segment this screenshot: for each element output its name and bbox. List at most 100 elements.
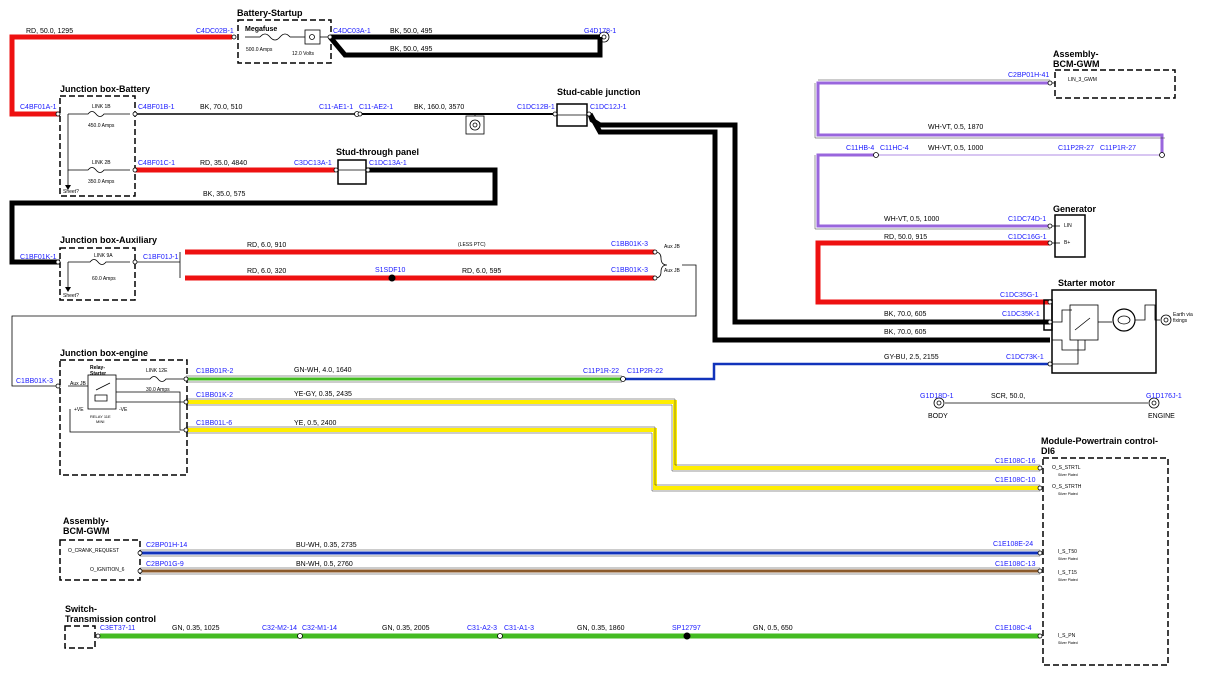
conn-c3dc13a[interactable]: C3DC13A-1 — [294, 160, 332, 167]
conn-c11p1r22[interactable]: C11P1R-22 — [583, 368, 619, 375]
label-megafuse: Megafuse — [245, 26, 277, 33]
conn-c2bp01h14[interactable]: C2BP01H-14 — [146, 542, 187, 549]
label-sheet1: Sheet? — [63, 189, 79, 195]
wire-label-w7: BK, 35.0, 575 — [203, 191, 246, 198]
conn-c4bf01c[interactable]: C4BF01C-1 — [138, 160, 175, 167]
junction-box-engine[interactable] — [59, 359, 188, 476]
conn-c1bb01r[interactable]: C1BB01R-2 — [196, 368, 233, 375]
label-link2b: LINK 2B — [92, 160, 111, 166]
conn-c11hc4[interactable]: C11HC-4 — [880, 145, 909, 152]
wire-label-w16: BK, 70.0, 605 — [884, 329, 927, 336]
starter-motor-box[interactable] — [1051, 289, 1157, 374]
wire-label-w22: BU-WH, 0.35, 2735 — [296, 542, 357, 549]
conn-c11ae2[interactable]: C11-AE2-1 — [359, 104, 393, 111]
conn-sp12797[interactable]: SP12797 — [672, 625, 701, 632]
label-silver-2: Silver Plated — [1058, 492, 1078, 496]
conn-c1e108c10[interactable]: C1E108C-10 — [995, 477, 1036, 484]
conn-c1e108e24[interactable]: C1E108E-24 — [993, 541, 1033, 548]
conn-c32m114[interactable]: C32-M1-14 — [302, 625, 337, 632]
label-link1b-rating: 450.0 Amps — [88, 123, 115, 129]
conn-c11p2r22[interactable]: C11P2R-22 — [627, 368, 663, 375]
label-relay-sub-2: MINI — [96, 419, 104, 424]
wire-label-w25: GN, 0.35, 2005 — [382, 625, 430, 632]
conn-g1d176j[interactable]: G1D176J-1 — [1146, 393, 1182, 400]
conn-c32m214[interactable]: C32-M2-14 — [262, 625, 297, 632]
conn-c1e108c4[interactable]: C1E108C-4 — [995, 625, 1032, 632]
label-link9a-rating: 60.0 Amps — [92, 276, 116, 282]
label-nve: -VE — [119, 407, 128, 413]
conn-c1dc16g[interactable]: C1DC16G-1 — [1008, 234, 1047, 241]
conn-c11p1r27[interactable]: C11P1R-27 — [1100, 145, 1136, 152]
label-aux-jb-left: Aux JB — [70, 381, 87, 387]
conn-c1dc13a[interactable]: C1DC13A-1 — [369, 160, 407, 167]
splice-points — [388, 274, 691, 640]
title-battery-startup: Battery-Startup — [237, 8, 303, 18]
generator-box[interactable] — [1054, 214, 1086, 258]
conn-c1e108c13[interactable]: C1E108C-13 — [995, 561, 1036, 568]
wire-label-w26: GN, 0.35, 1860 — [577, 625, 625, 632]
conn-c11ae1[interactable]: C11-AE1-1 — [319, 104, 353, 111]
wire-bk-50-495-b[interactable] — [328, 35, 603, 58]
label-link12e-rating: 30.0 Amps — [146, 387, 170, 393]
conn-c4dc02b[interactable]: C4DC02B-1 — [196, 28, 234, 35]
conn-c1bb01k-2[interactable]: C1BB01K-2 — [196, 392, 233, 399]
conn-c1bb01k-b[interactable]: C1BB01K-3 — [611, 267, 648, 274]
conn-c1dc35k[interactable]: C1DC35K-1 — [1002, 311, 1040, 318]
label-i-s-pn: I_S_PN — [1058, 633, 1076, 639]
wire-label-w9: RD, 6.0, 320 — [247, 268, 286, 275]
label-aux-jb-r2: Aux JB — [664, 268, 681, 274]
label-gen-bplus: B+ — [1064, 240, 1070, 246]
conn-c1bb01k-a[interactable]: C1BB01K-3 — [611, 241, 648, 248]
wire-rd-50-1295[interactable] — [9, 34, 232, 117]
conn-c3et37[interactable]: C3ET37-11 — [100, 625, 135, 632]
conn-c1dc12j[interactable]: C1DC12J-1 — [590, 104, 627, 111]
conn-c1dc35g[interactable]: C1DC35G-1 — [1000, 292, 1039, 299]
wire-ye-gy-2435[interactable] — [186, 400, 1040, 470]
label-pve: +VE — [74, 407, 84, 413]
conn-c1e108c16[interactable]: C1E108C-16 — [995, 458, 1036, 465]
wire-label-w14: RD, 50.0, 915 — [884, 234, 927, 241]
wire-gy-bu-2155[interactable] — [625, 362, 1050, 381]
label-link9a: LINK 9A — [94, 253, 113, 259]
conn-c11p2r27[interactable]: C11P2R-27 — [1058, 145, 1094, 152]
wire-outlines — [140, 79, 1165, 575]
conn-c1bb01l[interactable]: C1BB01L-6 — [196, 420, 232, 427]
conn-c4dc03a[interactable]: C4DC03A-1 — [333, 28, 371, 35]
conn-c31a13[interactable]: C31-A1-3 — [504, 625, 534, 632]
conn-c1dc74d[interactable]: C1DC74D-1 — [1008, 216, 1046, 223]
label-aux-jb-r1: Aux JB — [664, 244, 681, 250]
wire-label-w18: GN-WH, 4.0, 1640 — [294, 367, 352, 374]
conn-g4d178[interactable]: G4D178-1 — [584, 28, 616, 35]
conn-c2bp01h-41[interactable]: C2BP01H-41 — [1008, 72, 1049, 79]
conn-s1sdf10[interactable]: S1SDF10 — [375, 267, 405, 274]
bcm-gwm-bottom[interactable] — [59, 539, 141, 581]
conn-c1bb01k-left[interactable]: C1BB01K-3 — [16, 378, 53, 385]
wire-label-w10: RD, 6.0, 595 — [462, 268, 501, 275]
wire-label-w6: RD, 35.0, 4840 — [200, 160, 247, 167]
conn-c1bf01k[interactable]: C1BF01K-1 — [20, 254, 57, 261]
conn-g1d18d[interactable]: G1D18D-1 — [920, 393, 954, 400]
stud-through-panel[interactable] — [337, 159, 367, 185]
transmission-switch-box[interactable] — [64, 625, 96, 649]
label-link2b-rating: 350.0 Amps — [88, 179, 115, 185]
conn-c2bp01g9[interactable]: C2BP01G-9 — [146, 561, 184, 568]
conn-c1bf01j[interactable]: C1BF01J-1 — [143, 254, 179, 261]
conn-c1dc73k[interactable]: C1DC73K-1 — [1006, 354, 1044, 361]
label-i-s-t50: I_S_T50 — [1058, 549, 1077, 555]
label-lin-gwm: LIN_3_GWM — [1068, 77, 1097, 83]
label-o-s-strtl: O_S_STRTL — [1052, 465, 1081, 471]
conn-c4bf01b[interactable]: C4BF01B-1 — [138, 104, 175, 111]
label-o-s-strth: O_S_STRTH — [1052, 484, 1082, 490]
label-link1b: LINK 1B — [92, 104, 111, 110]
wire-label-w13: WH-VT, 0.5, 1000 — [884, 216, 939, 223]
bcm-gwm-top[interactable] — [1054, 69, 1176, 99]
wire-ye-2400[interactable] — [186, 428, 1040, 490]
label-body: BODY — [928, 413, 948, 420]
conn-c31a23[interactable]: C31-A2-3 — [467, 625, 497, 632]
label-silver-1: Silver Plated — [1058, 473, 1078, 477]
conn-c1dc12b[interactable]: C1DC12B-1 — [517, 104, 555, 111]
wire-label-w17: GY-BU, 2.5, 2155 — [884, 354, 939, 361]
conn-c4bf01a[interactable]: C4BF01A-1 — [20, 104, 57, 111]
conn-c11hb4[interactable]: C11HB-4 — [846, 145, 874, 152]
title-jb-engine: Junction box-engine — [60, 348, 148, 358]
